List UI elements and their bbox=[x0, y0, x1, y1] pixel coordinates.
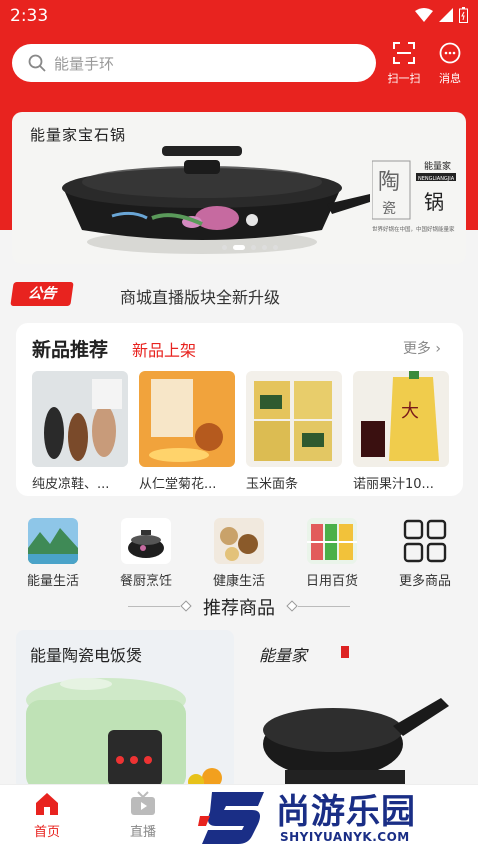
category-item[interactable]: 健康生活 bbox=[200, 518, 278, 589]
svg-text:大: 大 bbox=[401, 401, 419, 422]
product-name: 诺丽果汁10... bbox=[353, 477, 434, 492]
announcement-tag: 公告 bbox=[10, 282, 74, 306]
message-icon bbox=[439, 42, 461, 64]
site-watermark: 尚游乐园 SHYIYUANYK.COM bbox=[198, 782, 478, 850]
category-label: 餐厨烹饪 bbox=[119, 574, 172, 589]
store-shelf-icon bbox=[307, 518, 357, 564]
watermark-logo-icon bbox=[198, 792, 264, 844]
status-bar: 2:33 bbox=[0, 0, 478, 32]
search-placeholder: 能量手环 bbox=[54, 54, 115, 73]
svg-text:瓷: 瓷 bbox=[382, 201, 396, 217]
signal-icon bbox=[439, 8, 453, 22]
tab-home-label: 首页 bbox=[33, 825, 60, 840]
announcement-text: 商城直播版块全新升级 bbox=[120, 288, 281, 307]
sandals-image bbox=[32, 371, 128, 467]
landscape-icon bbox=[28, 518, 78, 564]
page-dot bbox=[251, 245, 256, 250]
page-dot-active bbox=[233, 245, 245, 250]
scan-button[interactable]: 扫一扫 bbox=[384, 42, 424, 86]
more-label: 更多 bbox=[402, 341, 431, 357]
tab-live-label: 直播 bbox=[129, 825, 156, 840]
product-name: 纯皮凉鞋、... bbox=[32, 477, 110, 492]
divider-line bbox=[298, 606, 350, 607]
category-label: 更多商品 bbox=[398, 574, 451, 589]
new-products-title: 新品推荐 bbox=[32, 339, 109, 361]
status-time: 2:33 bbox=[10, 6, 49, 26]
search-icon bbox=[28, 54, 46, 72]
banner-pagination bbox=[222, 245, 278, 250]
category-label: 日用百货 bbox=[305, 574, 358, 589]
category-grid: 能量生活 餐厨烹饪 健康生活 日用百货 更多商品 bbox=[14, 518, 464, 589]
scan-icon bbox=[393, 42, 415, 64]
watermark-text: 尚游乐园 bbox=[276, 792, 416, 832]
category-item[interactable]: 能量生活 bbox=[14, 518, 92, 589]
category-label: 能量生活 bbox=[26, 574, 79, 589]
juice-image: 大 bbox=[353, 371, 449, 467]
page-dot bbox=[222, 245, 227, 250]
more-link[interactable]: 更多 › bbox=[403, 338, 441, 358]
wok-image bbox=[62, 146, 370, 254]
page-dot bbox=[273, 245, 278, 250]
svg-text:陶: 陶 bbox=[378, 170, 400, 195]
recommend-title: 推荐商品 bbox=[203, 598, 275, 619]
home-icon bbox=[36, 793, 58, 815]
new-products-subtitle: 新品上架 bbox=[132, 341, 197, 360]
product-name: 玉米面条 bbox=[246, 477, 299, 492]
wok-image bbox=[263, 698, 449, 790]
category-item[interactable]: 更多商品 bbox=[386, 518, 464, 589]
tea-image bbox=[139, 371, 235, 467]
svg-text:锅: 锅 bbox=[424, 190, 444, 214]
chevron-right-icon: › bbox=[435, 341, 441, 357]
search-bar[interactable]: 能量手环 bbox=[12, 44, 376, 82]
recommend-card[interactable]: 能量家 bbox=[245, 630, 463, 790]
message-label: 消息 bbox=[439, 72, 461, 85]
cookware-icon bbox=[121, 518, 171, 564]
wifi-icon bbox=[415, 8, 433, 22]
brand-logo: 陶 瓷 能量家 NENGLIANGJIA 锅 世界好锅在中国，中国好锅能量家 bbox=[372, 160, 456, 233]
watermark-url: SHYIYUANYK.COM bbox=[280, 830, 410, 844]
tv-icon bbox=[131, 791, 155, 815]
category-item[interactable]: 日用百货 bbox=[293, 518, 371, 589]
health-food-icon bbox=[214, 518, 264, 564]
red-seal-icon bbox=[341, 646, 349, 658]
scan-label: 扫一扫 bbox=[387, 72, 421, 85]
noodles-image bbox=[246, 371, 342, 467]
new-products-card: 新品推荐 新品上架 更多 › 纯皮凉鞋、... 从仁堂菊花... 玉米面条 大 … bbox=[16, 323, 463, 496]
product-name: 从仁堂菊花... bbox=[139, 477, 217, 492]
tab-live[interactable]: 直播 bbox=[108, 791, 178, 840]
product-item[interactable]: 大 诺丽果汁10... bbox=[353, 371, 449, 492]
product-item[interactable]: 玉米面条 bbox=[246, 371, 342, 492]
product-item[interactable]: 纯皮凉鞋、... bbox=[32, 371, 128, 492]
status-icons bbox=[415, 7, 468, 23]
rice-cooker-image bbox=[26, 678, 222, 790]
svg-text:世界好锅在中国，中国好锅能量家: 世界好锅在中国，中国好锅能量家 bbox=[372, 225, 455, 233]
category-label: 健康生活 bbox=[212, 574, 265, 589]
announcement-bar[interactable]: 公告 商城直播版块全新升级 bbox=[10, 280, 466, 310]
svg-text:能量家: 能量家 bbox=[424, 160, 451, 172]
recommend-card-title: 能量家 bbox=[259, 646, 308, 665]
recommend-card-title: 能量陶瓷电饭煲 bbox=[30, 646, 143, 665]
page-dot bbox=[262, 245, 267, 250]
battery-icon bbox=[459, 7, 468, 23]
promo-banner[interactable]: 能量家宝石锅 陶 瓷 能量家 NENGLIANGJIA 锅 世界好锅在中国，中国… bbox=[12, 112, 466, 264]
grid-icon bbox=[400, 518, 450, 564]
tab-home[interactable]: 首页 bbox=[12, 791, 82, 840]
product-item[interactable]: 从仁堂菊花... bbox=[139, 371, 235, 492]
new-products-list: 纯皮凉鞋、... 从仁堂菊花... 玉米面条 大 诺丽果汁10... bbox=[32, 371, 449, 492]
message-button[interactable]: 消息 bbox=[430, 42, 470, 86]
recommend-card[interactable]: 能量陶瓷电饭煲 bbox=[16, 630, 234, 790]
svg-text:NENGLIANGJIA: NENGLIANGJIA bbox=[418, 176, 455, 182]
category-item[interactable]: 餐厨烹饪 bbox=[107, 518, 185, 589]
